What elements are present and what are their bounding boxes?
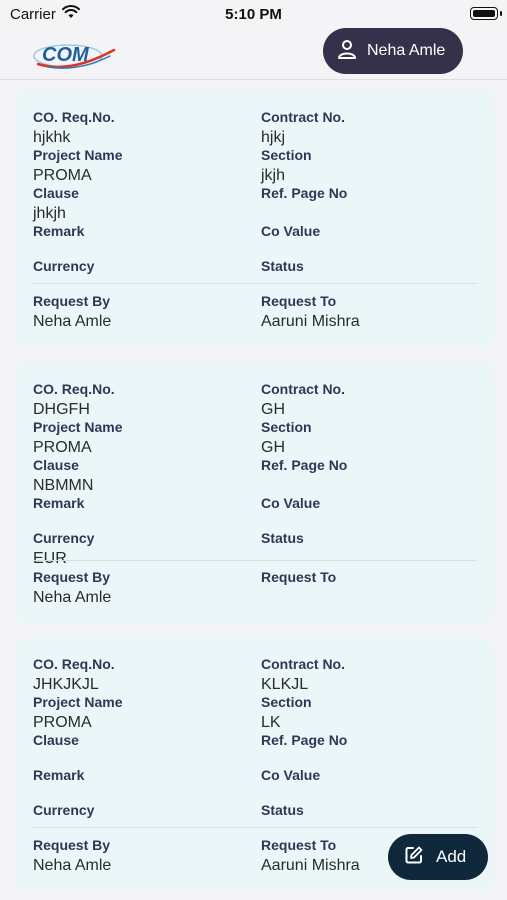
request-by-value: Neha Amle [33,589,112,606]
card-divider [33,283,477,284]
contract-no-value: hjkj [261,129,286,146]
request-by-value: Neha Amle [33,857,112,874]
section-label: Section [261,419,312,435]
co-value-label: Co Value [261,767,321,783]
co-req-no-value: hjkhk [33,129,71,146]
battery-icon [470,7,502,20]
project-name-value: PROMA [33,439,92,456]
section-label: Section [261,694,312,710]
status-time: 5:10 PM [225,6,282,23]
status-label: Status [261,530,304,546]
contract-no-value: GH [261,401,285,418]
section-label: Section [261,147,312,163]
clause-value: NBMMN [33,477,94,494]
request-by-value: Neha Amle [33,313,112,330]
co-req-no-value: DHGFH [33,401,90,418]
remark-label: Remark [33,495,85,511]
status-label: Status [261,802,304,818]
request-to-value: Aaruni Mishra [261,313,360,330]
user-name: Neha Amle [367,42,446,59]
change-order-card[interactable]: CO. Req.No. hjkhk Contract No. hjkj Projec… [16,90,494,348]
user-icon [337,39,357,64]
contract-no-label: Contract No. [261,656,345,672]
change-order-card[interactable]: CO. Req.No. DHGFH Contract No. GH Project … [16,362,494,624]
co-req-no-label: CO. Req.No. [33,109,115,125]
app-header: COM Neha Amle [0,28,507,80]
clause-label: Clause [33,185,79,201]
ref-page-no-label: Ref. Page No [261,185,348,201]
add-button[interactable]: Add [388,834,488,880]
currency-label: Currency [33,530,95,546]
co-req-no-label: CO. Req.No. [33,656,115,672]
project-name-value: PROMA [33,167,92,184]
currency-label: Currency [33,258,95,274]
card-divider [33,560,477,561]
contract-no-value: KLKJL [261,676,309,693]
co-req-no-value: JHKJKJL [33,676,99,693]
project-name-label: Project Name [33,419,123,435]
request-to-label: Request To [261,293,337,309]
svg-text:COM: COM [42,44,90,66]
request-by-label: Request By [33,837,111,853]
clause-value: jhkjh [33,205,66,222]
contract-no-label: Contract No. [261,381,345,397]
currency-value: EUR [33,550,67,567]
user-profile-button[interactable]: Neha Amle [323,28,463,74]
currency-label: Currency [33,802,95,818]
co-value-label: Co Value [261,495,321,511]
remark-label: Remark [33,767,85,783]
status-label: Status [261,258,304,274]
contract-no-label: Contract No. [261,109,345,125]
co-req-no-label: CO. Req.No. [33,381,115,397]
remark-label: Remark [33,223,85,239]
project-name-value: PROMA [33,714,92,731]
status-bar: Carrier 5:10 PM [0,0,507,30]
request-to-label: Request To [261,837,337,853]
section-value: GH [261,439,285,456]
co-value-label: Co Value [261,223,321,239]
request-to-value: Aaruni Mishra [261,857,360,874]
project-name-label: Project Name [33,694,123,710]
edit-icon [404,845,424,870]
request-by-label: Request By [33,569,111,585]
section-value: LK [261,714,281,731]
clause-label: Clause [33,457,79,473]
section-value: jkjh [261,167,286,184]
request-to-label: Request To [261,569,337,585]
request-by-label: Request By [33,293,111,309]
clause-label: Clause [33,732,79,748]
ref-page-no-label: Ref. Page No [261,732,348,748]
change-order-list[interactable]: CO. Req.No. hjkhk Contract No. hjkj Projec… [0,80,507,900]
project-name-label: Project Name [33,147,123,163]
add-button-label: Add [436,847,467,866]
com-logo: COM [30,38,120,72]
card-divider [33,827,477,828]
ref-page-no-label: Ref. Page No [261,457,348,473]
